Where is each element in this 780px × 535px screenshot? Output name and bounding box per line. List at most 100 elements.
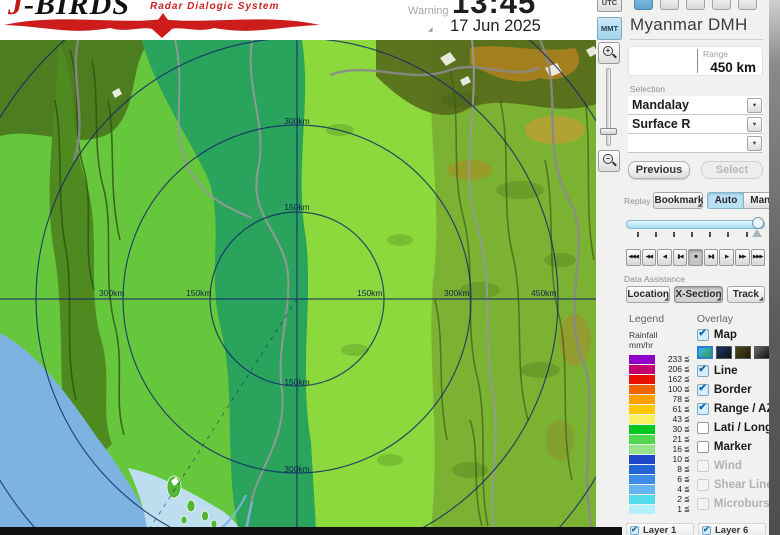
layer-1-toggle[interactable]: ✔ Layer 1 <box>626 523 694 535</box>
range-label: 150km <box>357 288 383 298</box>
select-button[interactable]: Select <box>701 161 763 179</box>
step-back-button[interactable]: ▮◀ <box>672 249 688 266</box>
timezone-buttons: UTC MMT <box>597 0 622 40</box>
check-icon: ✔ <box>698 382 707 394</box>
range-label: 150km <box>284 377 310 387</box>
range-label: 300km <box>99 288 125 298</box>
layer-6-checkbox[interactable]: ✔ <box>702 525 711 535</box>
wind-checkbox: ✔ <box>696 459 709 472</box>
previous-button[interactable]: Previous <box>628 161 690 179</box>
toolbar-button[interactable] <box>634 0 653 10</box>
stop-button[interactable]: ■ <box>688 249 703 266</box>
zoom-in-icon: + <box>603 46 617 59</box>
auto-mode-button[interactable]: Auto <box>707 192 745 209</box>
timeline-pin-icon <box>752 229 762 237</box>
layer-toggles: ✔ Layer 1 ✔ Layer 2 ✔ Layer 3 ✔ Layer 6 <box>626 523 766 535</box>
overlay-section: Overlay ✔ Map ✔ Line ✔ Border ✔ Range / … <box>690 313 769 514</box>
layer-1-checkbox[interactable]: ✔ <box>630 525 639 535</box>
zoom-in-button[interactable]: + <box>598 42 620 64</box>
zoom-out-button[interactable]: − <box>598 150 620 172</box>
corner-expand-icon: ◢ <box>697 202 702 208</box>
map-style-thumbnail-selected[interactable] <box>696 346 713 359</box>
track-button[interactable]: Track ◢ <box>726 286 766 303</box>
control-panel: Myanmar DMH Range 450 km Selection Manda… <box>622 0 769 535</box>
overlay-item-range-az[interactable]: ✔ Range / AZ <box>696 399 769 418</box>
map-style-thumbnail[interactable] <box>715 346 732 359</box>
layer-6-toggle[interactable]: ✔ Layer 6 <box>698 523 766 535</box>
manual-mode-button[interactable]: Manual <box>744 192 769 209</box>
panel-toolbar <box>622 0 769 10</box>
map-style-thumbnail[interactable] <box>753 346 769 359</box>
radar-site-dropdown[interactable]: Mandalay ▾ <box>628 96 763 115</box>
toolbar-button[interactable] <box>686 0 705 10</box>
chevron-down-icon[interactable]: ▾ <box>747 97 762 113</box>
top-bar: J-BIRDS Radar Dialogic System Warning ◢ … <box>0 0 622 40</box>
timeline-handle[interactable] <box>752 217 764 229</box>
bottom-bar <box>0 527 622 535</box>
fast-rewind-button[interactable]: ◀◀ <box>641 249 657 266</box>
check-icon: ✔ <box>698 401 707 413</box>
corner-expand-icon: ◢ <box>759 296 764 302</box>
clock-date: 17 Jun 2025 <box>450 17 541 35</box>
overlay-item-border[interactable]: ✔ Border <box>696 380 769 399</box>
topographic-map: 300km 150km 150km 300km 450km 300km 150k… <box>0 40 596 528</box>
lati-long-checkbox[interactable]: ✔ <box>696 421 709 434</box>
warning-corner-icon: ◢ <box>428 27 433 33</box>
toolbar-button[interactable] <box>660 0 679 10</box>
step-forward-button[interactable]: ▶▮ <box>703 249 719 266</box>
range-label: 300km <box>284 116 310 126</box>
window-edge-scrollbar[interactable] <box>769 0 780 535</box>
map-style-thumbnail[interactable] <box>734 346 751 359</box>
station-title: Myanmar DMH <box>630 15 763 40</box>
overlay-item-map[interactable]: ✔ Map <box>696 325 769 344</box>
line-checkbox[interactable]: ✔ <box>696 363 709 377</box>
corner-expand-icon: ◢ <box>664 296 669 302</box>
range-label: 150km <box>186 288 212 298</box>
mmt-button[interactable]: MMT <box>597 17 622 40</box>
rainfall-scale: 233 ≦ 206 ≦ 162 ≦ 100 ≦ 78 ≦ 61 ≦ 43 ≦ 30 ≦ 21 ≦ … <box>629 354 690 514</box>
toolbar-button[interactable] <box>712 0 731 10</box>
playback-controls: ◀◀◀ ◀◀ ◀ ▮◀ ■ ▶▮ ▶ ▶▶ ▶▶▶ <box>626 249 766 266</box>
jump-start-button[interactable]: ◀◀◀ <box>626 249 641 266</box>
range-az-checkbox[interactable]: ✔ <box>696 401 709 415</box>
jump-end-button[interactable]: ▶▶▶ <box>750 249 766 266</box>
range-label: 300km <box>284 464 310 474</box>
legend-unit: Rainfall <box>629 330 658 340</box>
warning-label[interactable]: Warning <box>408 5 449 17</box>
play-button[interactable]: ▶ <box>719 249 734 266</box>
map-zoom-control: + − <box>596 40 622 535</box>
overlay-item-line[interactable]: ✔ Line <box>696 361 769 380</box>
location-button[interactable]: Location ◢ <box>626 286 671 303</box>
overlay-item-marker[interactable]: ✔ Marker <box>696 437 769 456</box>
zoom-slider-handle[interactable] <box>600 128 617 135</box>
eagle-icon <box>4 13 320 38</box>
marker-checkbox[interactable]: ✔ <box>696 440 709 453</box>
shear-line-checkbox: ✔ <box>696 478 709 491</box>
range-label: Range <box>703 49 729 59</box>
overlay-item-lati-long[interactable]: ✔ Lati / Long <box>696 418 769 437</box>
zoom-out-icon: − <box>603 154 617 167</box>
fast-forward-button[interactable]: ▶▶ <box>734 249 750 266</box>
range-label: 300km <box>444 288 470 298</box>
chevron-down-icon[interactable]: ▾ <box>747 116 762 132</box>
microburst-checkbox: ✔ <box>696 497 709 510</box>
corner-expand-icon: ◢ <box>716 296 721 302</box>
range-label: 150km <box>284 202 310 212</box>
chevron-down-icon[interactable]: ▾ <box>747 135 762 151</box>
map-checkbox[interactable]: ✔ <box>696 327 709 341</box>
play-reverse-button[interactable]: ◀ <box>657 249 672 266</box>
sub-product-dropdown[interactable]: ▾ <box>628 134 763 153</box>
jbirds-logo: J-BIRDS Radar Dialogic System <box>0 0 370 40</box>
toolbar-button[interactable] <box>738 0 757 10</box>
overlay-item-shear-line: ✔ Shear Line <box>696 475 769 494</box>
x-section-button[interactable]: X-Section ◢ <box>674 286 723 303</box>
check-icon: ✔ <box>698 363 707 375</box>
product-dropdown[interactable]: Surface R ▾ <box>628 115 763 134</box>
replay-timeline <box>626 217 765 242</box>
check-icon: ✔ <box>698 327 707 339</box>
utc-button[interactable]: UTC <box>597 0 622 12</box>
bookmark-button[interactable]: Bookmark ◢ <box>653 192 704 209</box>
radar-map-view[interactable]: 300km 150km 150km 300km 450km 300km 150k… <box>0 40 596 528</box>
border-checkbox[interactable]: ✔ <box>696 382 709 396</box>
timeline-track[interactable] <box>626 220 765 229</box>
